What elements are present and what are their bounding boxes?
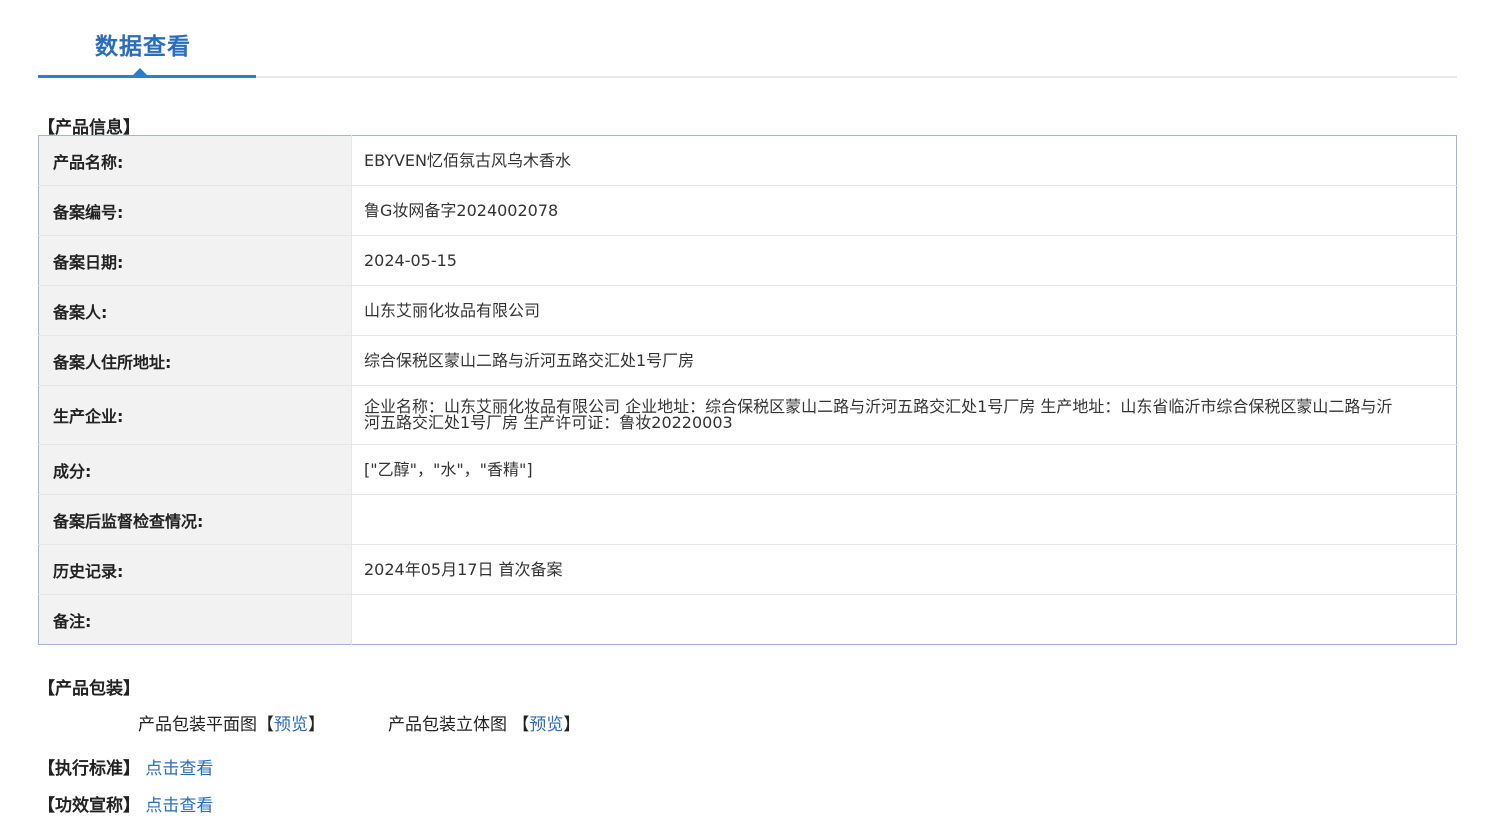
packaging-heading: 【产品包装】 — [38, 679, 140, 699]
packaging-flat-item: 产品包装平面图【预览】 — [138, 710, 325, 735]
row-label: 备案后监督检查情况: — [38, 494, 352, 545]
bracket-close: 】 — [308, 715, 325, 735]
standard-label: 【执行标准】 — [38, 759, 140, 779]
packaging-stereo-item: 产品包装立体图 【预览】 — [388, 710, 580, 735]
row-label: 备案日期: — [38, 235, 352, 286]
row-label: 成分: — [38, 444, 352, 495]
row-label: 历史记录: — [38, 544, 352, 595]
table-row: 备案编号: 鲁G妆网备字2024002078 — [38, 185, 1457, 236]
table-row: 备案后监督检查情况: — [38, 494, 1457, 545]
bracket-close: 】 — [563, 715, 581, 735]
efficacy-line: 【功效宣称】 点击查看 — [38, 791, 213, 816]
product-info-table: 产品名称: EBYVEN忆佰氛古风乌木香水 备案编号: 鲁G妆网备字202400… — [38, 135, 1457, 645]
row-value: 山东艾丽化妆品有限公司 — [351, 285, 1457, 336]
bracket-open: 【 — [257, 715, 274, 735]
row-label: 备案人住所地址: — [38, 335, 352, 386]
table-row: 成分: ["乙醇"，"水"，"香精"] — [38, 444, 1457, 495]
table-row: 备案人: 山东艾丽化妆品有限公司 — [38, 285, 1457, 336]
packaging-stereo-label: 产品包装立体图 — [388, 715, 513, 735]
table-row: 产品名称: EBYVEN忆佰氛古风乌木香水 — [38, 135, 1457, 186]
standard-line: 【执行标准】 点击查看 — [38, 754, 213, 779]
table-row: 备注: — [38, 594, 1457, 645]
row-value: 2024年05月17日 首次备案 — [351, 544, 1457, 595]
row-label: 生产企业: — [38, 385, 352, 445]
table-row: 备案日期: 2024-05-15 — [38, 235, 1457, 286]
packaging-flat-preview-link[interactable]: 预览 — [274, 715, 308, 735]
row-value — [351, 594, 1457, 645]
row-value: EBYVEN忆佰氛古风乌木香水 — [364, 150, 572, 170]
packaging-stereo-preview-link[interactable]: 预览 — [529, 715, 563, 735]
row-value: 鲁G妆网备字2024002078 — [351, 185, 1457, 236]
table-row: 生产企业: 企业名称：山东艾丽化妆品有限公司 企业地址：综合保税区蒙山二路与沂河… — [38, 385, 1457, 445]
row-label: 备案编号: — [38, 185, 352, 236]
row-label: 备注: — [38, 594, 352, 645]
row-value: 企业名称：山东艾丽化妆品有限公司 企业地址：综合保税区蒙山二路与沂河五路交汇处1… — [351, 385, 1457, 445]
page: 数据查看 【产品信息】 产品名称: EBYVEN忆佰氛古风乌木香水 备案编号: … — [0, 0, 1490, 819]
table-row: 历史记录: 2024年05月17日 首次备案 — [38, 544, 1457, 595]
row-value: 2024-05-15 — [351, 235, 1457, 286]
row-value — [351, 494, 1457, 545]
efficacy-view-link[interactable]: 点击查看 — [145, 796, 213, 816]
standard-view-link[interactable]: 点击查看 — [145, 759, 213, 779]
table-row: 备案人住所地址: 综合保税区蒙山二路与沂河五路交汇处1号厂房 — [38, 335, 1457, 386]
row-value: ["乙醇"，"水"，"香精"] — [351, 444, 1457, 495]
row-value: 综合保税区蒙山二路与沂河五路交汇处1号厂房 — [351, 335, 1457, 386]
tab-bar: 数据查看 — [38, 0, 1457, 79]
tab-caret-icon — [132, 68, 148, 76]
efficacy-label: 【功效宣称】 — [38, 796, 140, 816]
tab-data-view[interactable]: 数据查看 — [38, 0, 256, 79]
packaging-flat-label: 产品包装平面图 — [138, 715, 257, 735]
row-label: 产品名称: — [38, 135, 352, 186]
tab-title: 数据查看 — [95, 34, 191, 60]
row-label: 备案人: — [38, 285, 352, 336]
bracket-open: 【 — [512, 715, 530, 735]
